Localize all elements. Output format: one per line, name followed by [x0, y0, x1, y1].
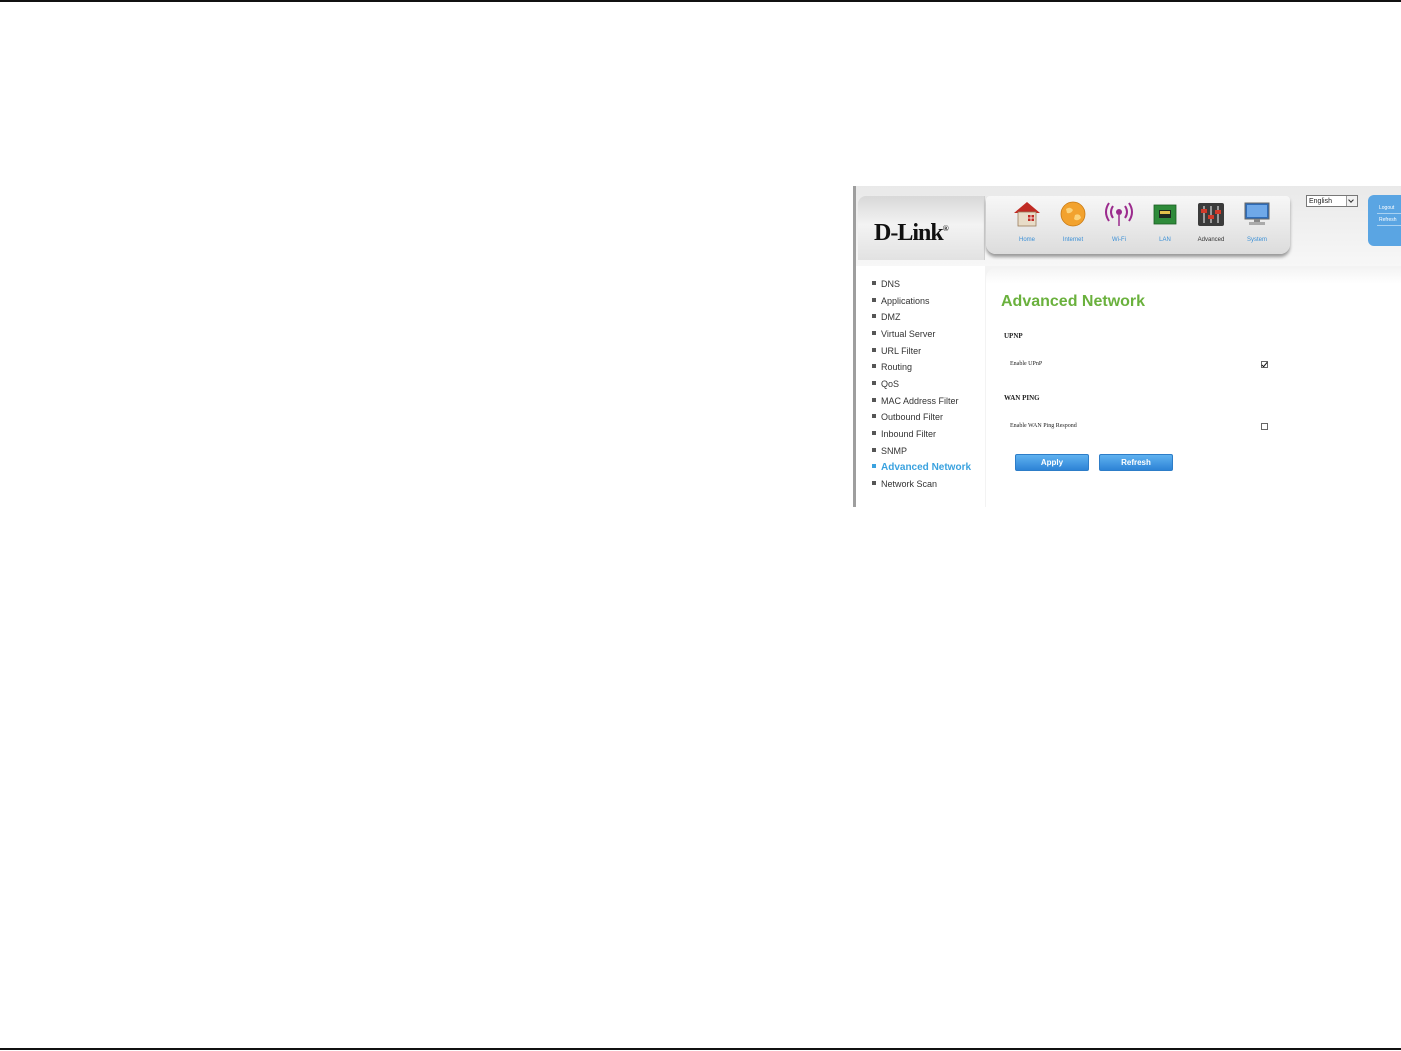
session-divider: [1377, 225, 1401, 226]
sidebar-item-label: SNMP: [881, 446, 908, 456]
bullet-icon: [872, 298, 876, 302]
sidebar-item-url-filter[interactable]: URL Filter: [872, 346, 921, 357]
nav-item-system[interactable]: System: [1234, 200, 1280, 246]
refresh-button[interactable]: Refresh: [1099, 454, 1173, 471]
nav-item-internet[interactable]: Internet: [1050, 200, 1096, 246]
page-title: Advanced Network: [1001, 293, 1146, 310]
wan-ping-heading: WAN PING: [1004, 394, 1040, 402]
network-card-icon: [1153, 204, 1177, 225]
bullet-icon: [872, 464, 876, 468]
sidebar-item-snmp[interactable]: SNMP: [872, 446, 907, 457]
logout-link[interactable]: Logout: [1368, 195, 1401, 211]
sliders-icon: [1198, 203, 1224, 226]
upnp-heading: UPNP: [1004, 332, 1023, 340]
nav-label-wifi: Wi-Fi: [1112, 237, 1126, 243]
bullet-icon: [872, 381, 876, 385]
sidebar-item-label: Outbound Filter: [881, 412, 944, 422]
sidebar-item-label: URL Filter: [881, 346, 922, 356]
sidebar-item-network-scan[interactable]: Network Scan: [872, 479, 937, 490]
sidebar-item-label: Routing: [881, 362, 913, 372]
nav-label-internet: Internet: [1062, 237, 1084, 243]
top-nav: Home Internet Wi-Fi LAN Advanced System: [986, 196, 1290, 254]
sidebar-item-label: DNS: [881, 279, 901, 289]
sidebar-item-applications[interactable]: Applications: [872, 296, 930, 307]
sidebar-item-virtual-server[interactable]: Virtual Server: [872, 329, 935, 340]
sidebar-item-dmz[interactable]: DMZ: [872, 312, 901, 323]
apply-button[interactable]: Apply: [1015, 454, 1089, 471]
bullet-icon: [872, 281, 876, 285]
sidebar-item-label: Inbound Filter: [881, 429, 937, 439]
bullet-icon: [872, 481, 876, 485]
logo-text: D-Link: [874, 220, 944, 246]
sidebar-item-label: Network Scan: [881, 479, 938, 489]
bottom-rule: [0, 1048, 1401, 1050]
enable-upnp-checkbox[interactable]: [1261, 361, 1268, 368]
top-rule: [0, 0, 1401, 2]
sidebar-item-label: Virtual Server: [881, 329, 936, 339]
sidebar-item-outbound-filter[interactable]: Outbound Filter: [872, 412, 943, 423]
sidebar-item-label: MAC Address Filter: [881, 396, 959, 406]
house-icon: [1014, 202, 1040, 227]
sidebar-item-inbound-filter[interactable]: Inbound Filter: [872, 429, 936, 440]
wifi-antenna-icon: [1105, 202, 1133, 226]
sidebar-item-qos[interactable]: QoS: [872, 379, 899, 390]
sidebar-item-routing[interactable]: Routing: [872, 362, 912, 373]
sidebar-item-dns[interactable]: DNS: [872, 279, 900, 290]
sidebar-item-label: Applications: [881, 296, 930, 306]
nav-label-lan: LAN: [1159, 237, 1171, 243]
sidebar-item-label: DMZ: [881, 312, 901, 322]
router-admin-screenshot: D-Link® Home Internet Wi-Fi LAN Advanced…: [853, 186, 1401, 507]
bullet-icon: [872, 398, 876, 402]
nav-label-system: System: [1246, 237, 1267, 243]
bullet-icon: [872, 431, 876, 435]
enable-wan-ping-label: Enable WAN Ping Respond: [1010, 423, 1077, 429]
nav-item-lan[interactable]: LAN: [1142, 200, 1188, 246]
nav-label-advanced: Advanced: [1197, 237, 1225, 243]
nav-item-advanced[interactable]: Advanced: [1188, 200, 1234, 246]
language-selected-value: English: [1309, 198, 1332, 205]
refresh-link[interactable]: Refresh: [1368, 214, 1401, 223]
globe-icon: [1060, 201, 1086, 227]
sidebar-item-mac-address-filter[interactable]: MAC Address Filter: [872, 396, 959, 407]
bullet-icon: [872, 331, 876, 335]
enable-upnp-label: Enable UPnP: [1010, 361, 1043, 367]
bullet-icon: [872, 348, 876, 352]
sidebar-item-advanced-network[interactable]: Advanced Network: [872, 462, 971, 473]
sidebar-item-label: QoS: [881, 379, 900, 389]
logo-tab: D-Link®: [858, 196, 985, 260]
sidebar: DNS Applications DMZ Virtual Server URL …: [856, 266, 985, 507]
nav-label-home: Home: [1018, 237, 1035, 243]
language-select[interactable]: English: [1306, 195, 1358, 207]
bullet-icon: [872, 314, 876, 318]
nav-item-home[interactable]: Home: [1004, 200, 1050, 246]
session-panel: Logout Refresh: [1368, 195, 1401, 246]
sidebar-item-label: Advanced Network: [881, 462, 972, 473]
enable-wan-ping-checkbox[interactable]: [1261, 423, 1268, 430]
chevron-down-icon: [1346, 196, 1357, 206]
nav-item-wifi[interactable]: Wi-Fi: [1096, 200, 1142, 246]
dlink-logo: D-Link®: [874, 220, 949, 247]
bullet-icon: [872, 448, 876, 452]
bullet-icon: [872, 414, 876, 418]
logo-registered-mark: ®: [942, 224, 949, 233]
monitor-icon: [1244, 202, 1270, 225]
bullet-icon: [872, 364, 876, 368]
content-panel: Advanced Network UPNP Enable UPnP WAN PI…: [986, 268, 1401, 507]
